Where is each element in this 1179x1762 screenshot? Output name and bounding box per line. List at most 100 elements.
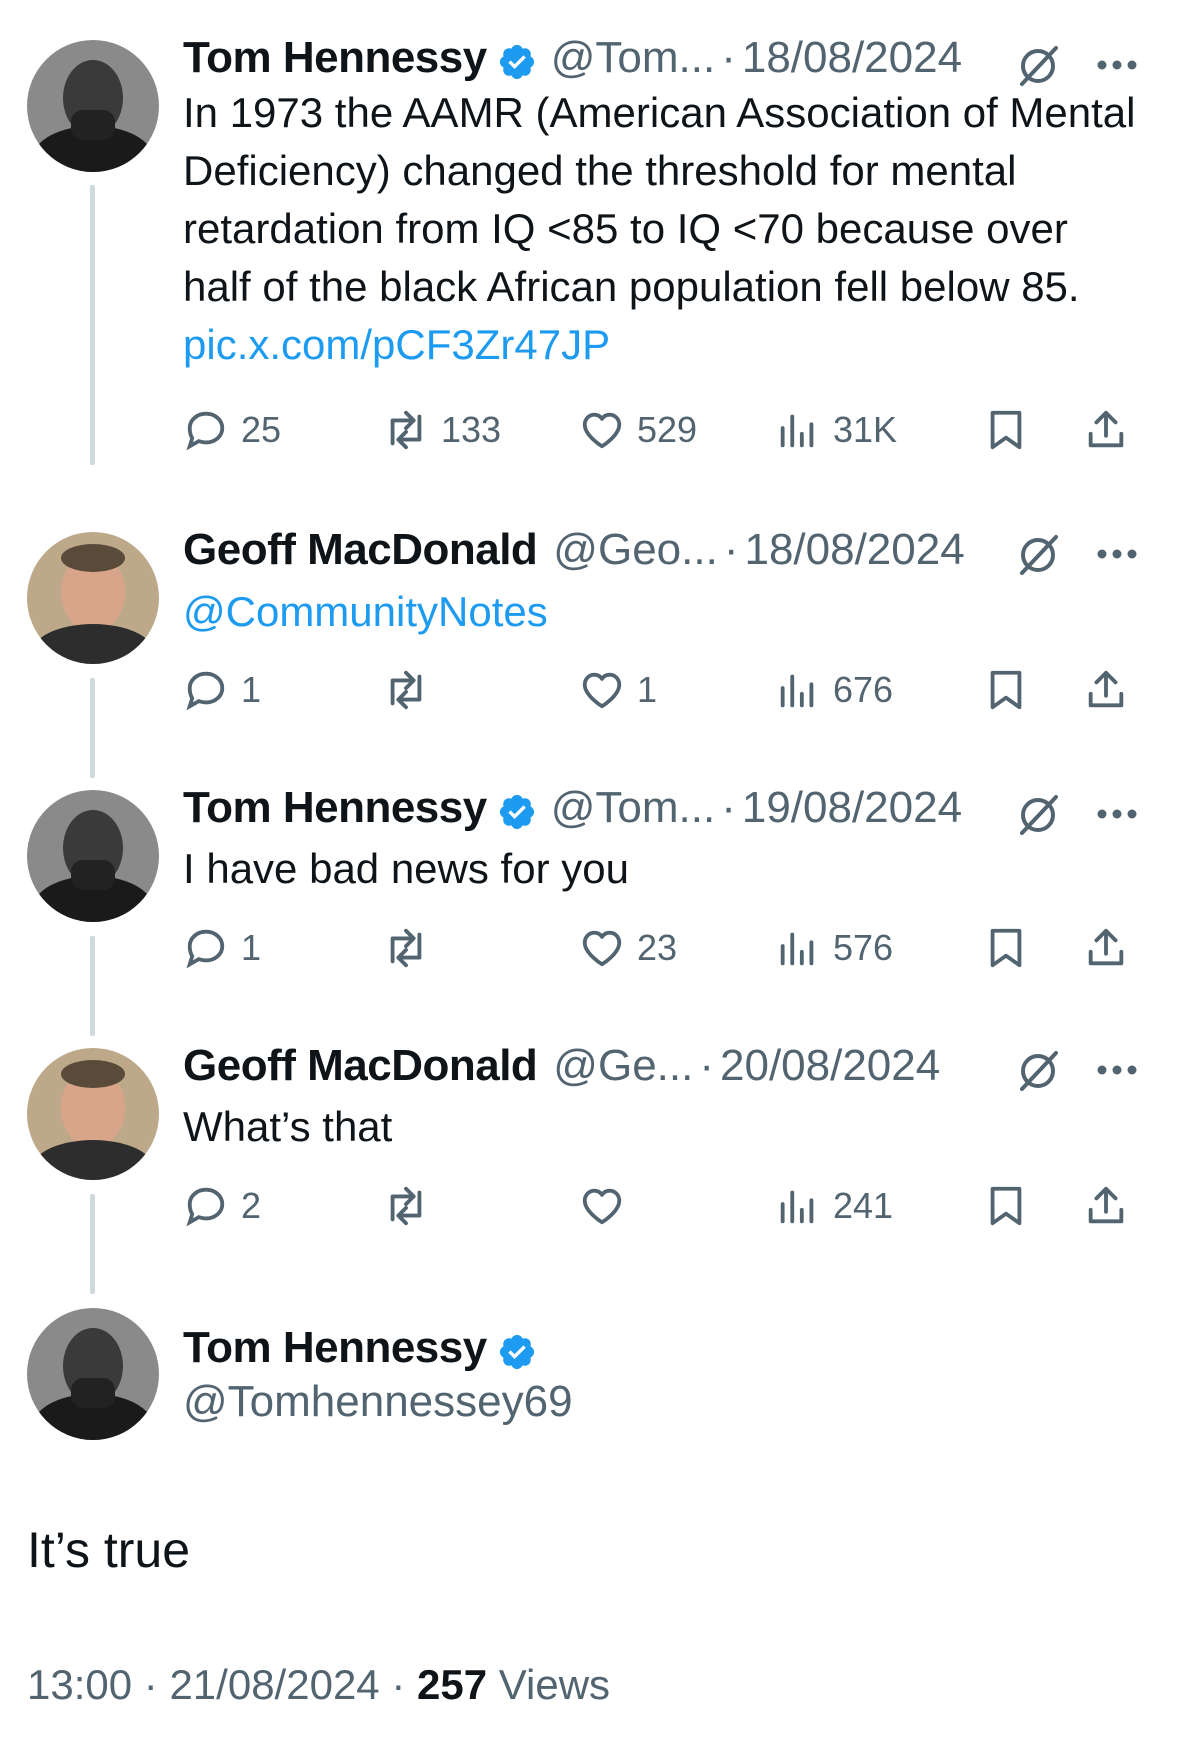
separator: · [721,33,736,82]
reply-icon [186,411,225,451]
more-icon[interactable] [1095,807,1139,821]
reply-icon [186,1187,225,1227]
avatar[interactable] [27,790,159,922]
bookmark-button[interactable] [983,918,1029,978]
timestamp[interactable]: 18/08/2024 [744,520,964,580]
bookmark-icon [990,670,1022,710]
display-name[interactable]: Geoff MacDonald [183,520,538,580]
handle[interactable]: @Tomhennessey69 [183,1372,573,1432]
grok-icon[interactable] [1016,533,1060,577]
like-icon [582,930,622,967]
grok-icon[interactable] [1016,1049,1060,1093]
reply-count: 2 [241,1185,262,1226]
tweet-actions: 2 241 [183,1176,1143,1236]
like-icon [582,412,622,449]
handle[interactable]: @Ge... [553,1036,693,1096]
timestamp[interactable]: 20/08/2024 [720,1036,940,1096]
reply-button[interactable]: 2 [183,1176,261,1236]
tweet-text: In 1973 the AAMR (American Association o… [183,84,1143,374]
display-name[interactable]: Tom Hennessy [183,778,487,838]
display-name[interactable]: Tom Hennessy [183,1318,487,1378]
separator: · [721,783,736,832]
like-icon [582,1188,622,1225]
tweet-body: It’s true [27,1522,191,1578]
repost-icon [390,1186,422,1226]
repost-button[interactable]: 133 [383,400,501,460]
tweet-actions: 1 1 676 [183,660,1143,720]
post-time[interactable]: 13:00 [27,1661,132,1708]
like-button[interactable]: 1 [579,660,657,720]
share-icon [1088,928,1124,966]
repost-icon [390,670,422,710]
timestamp[interactable]: 19/08/2024 [742,778,962,838]
avatar[interactable] [27,1048,159,1180]
bookmark-icon [990,928,1022,968]
share-icon [1088,670,1124,708]
tweet-header: Geoff MacDonald @Geo... · 18/08/2024 [183,520,1139,580]
share-button[interactable] [1083,400,1129,460]
display-name[interactable]: Tom Hennessy [183,28,487,88]
views-icon [780,1190,814,1224]
view-count: 576 [833,927,894,968]
like-button[interactable]: 23 [579,918,677,978]
grok-icon[interactable] [1016,44,1060,88]
verified-badge-icon [497,1328,537,1370]
bookmark-button[interactable] [983,1176,1029,1236]
like-count: 1 [637,669,658,710]
repost-button[interactable] [383,660,441,720]
views-button[interactable]: 676 [775,660,893,720]
media-link[interactable]: pic.x.com/pCF3Zr47JP [183,321,610,368]
view-count: 31K [833,409,898,450]
bookmark-button[interactable] [983,660,1029,720]
mention-link[interactable]: @CommunityNotes [183,588,548,635]
post-date[interactable]: 21/08/2024 [169,1661,379,1708]
views-label: Views [498,1661,611,1708]
views-count: 257 [417,1661,488,1708]
tweet-meta: 13:00 · 21/08/2024 · 257 Views [27,1655,610,1715]
tweet-text: What’s that [183,1098,1143,1156]
avatar[interactable] [27,1308,159,1440]
repost-button[interactable] [383,1176,441,1236]
reply-button[interactable]: 1 [183,660,261,720]
view-count: 241 [833,1185,894,1226]
grok-icon[interactable] [1016,793,1060,837]
tweet-body: In 1973 the AAMR (American Association o… [183,89,1136,310]
reply-button[interactable]: 1 [183,918,261,978]
handle[interactable]: @Geo... [553,520,718,580]
reply-button[interactable]: 25 [183,400,281,460]
views-icon [780,932,814,966]
verified-badge-icon [497,788,537,830]
repost-button[interactable] [383,918,441,978]
bookmark-button[interactable] [983,400,1029,460]
tweet-text: I have bad news for you [183,840,1143,898]
timestamp[interactable]: 18/08/2024 [742,28,962,88]
display-name[interactable]: Geoff MacDonald [183,1036,538,1096]
views-icon [780,414,814,448]
more-icon[interactable] [1095,58,1139,72]
separator: · [143,1661,158,1708]
like-button[interactable] [579,1176,637,1236]
view-count: 676 [833,669,894,710]
tweet-actions: 25 133 529 31K [183,400,1143,460]
tweet-text: @CommunityNotes [183,583,1143,641]
thread-connector [90,678,95,778]
repost-icon [390,928,422,968]
tweet-actions: 1 23 576 [183,918,1143,978]
share-icon [1088,410,1124,448]
more-icon[interactable] [1095,547,1139,561]
share-button[interactable] [1083,918,1129,978]
handle[interactable]: @Tom... [551,28,715,88]
tweet-body: I have bad news for you [183,845,629,892]
share-button[interactable] [1083,660,1129,720]
avatar[interactable] [27,532,159,664]
thread-connector [90,1194,95,1294]
more-icon[interactable] [1095,1063,1139,1077]
views-button[interactable]: 31K [775,400,897,460]
like-count: 529 [637,409,698,450]
views-button[interactable]: 576 [775,918,893,978]
like-button[interactable]: 529 [579,400,697,460]
avatar[interactable] [27,40,159,172]
views-button[interactable]: 241 [775,1176,893,1236]
handle[interactable]: @Tom... [551,778,715,838]
share-button[interactable] [1083,1176,1129,1236]
